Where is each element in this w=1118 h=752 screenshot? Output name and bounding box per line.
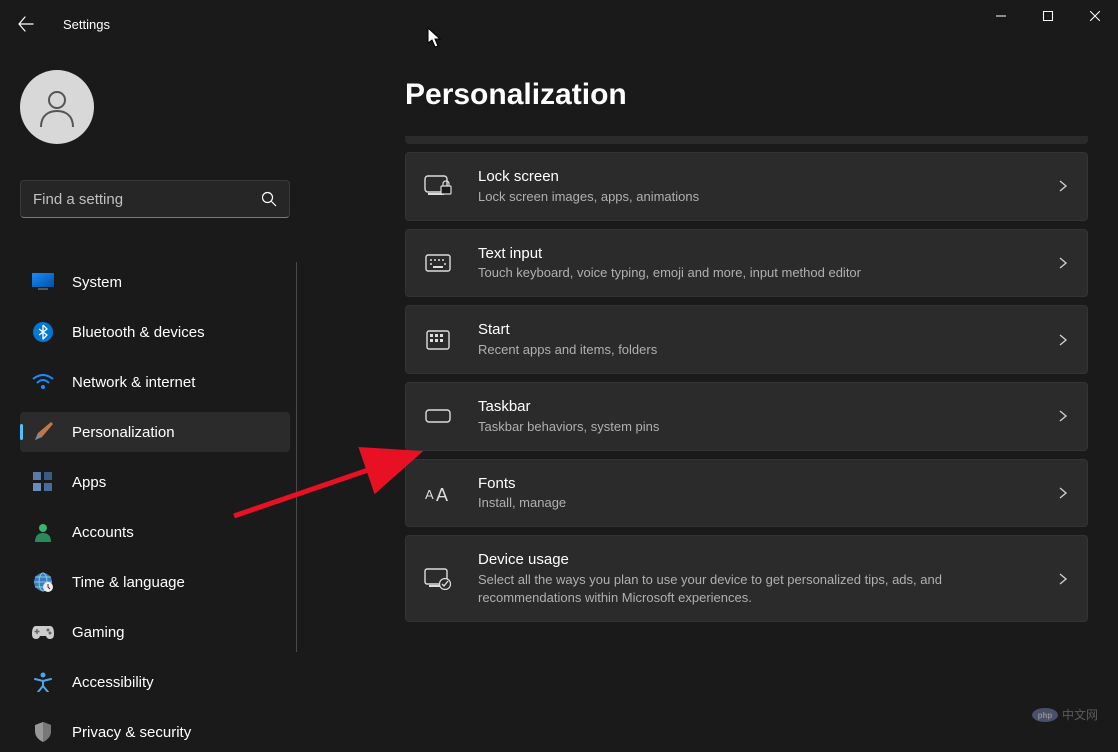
- nav-accounts[interactable]: Accounts: [20, 512, 290, 552]
- apps-icon: [32, 471, 54, 493]
- maximize-icon: [1043, 11, 1053, 21]
- app-title: Settings: [63, 17, 110, 32]
- back-arrow-icon: [18, 16, 34, 32]
- globe-icon: [32, 571, 54, 593]
- maximize-button[interactable]: [1024, 0, 1071, 32]
- nav-label: Personalization: [72, 424, 175, 441]
- svg-text:A: A: [436, 485, 448, 503]
- chevron-right-icon: [1057, 257, 1069, 269]
- bluetooth-icon: [32, 321, 54, 343]
- nav-bluetooth[interactable]: Bluetooth & devices: [20, 312, 290, 352]
- nav-network[interactable]: Network & internet: [20, 362, 290, 402]
- setting-fonts[interactable]: AA Fonts Install, manage: [405, 459, 1088, 528]
- main-content: Personalization Lock screen Lock screen …: [310, 48, 1118, 745]
- svg-text:A: A: [425, 487, 434, 502]
- monitor-icon: [32, 271, 54, 293]
- setting-desc: Recent apps and items, folders: [478, 341, 657, 359]
- chevron-right-icon: [1057, 180, 1069, 192]
- device-usage-icon: [424, 565, 452, 593]
- nav-time-language[interactable]: Time & language: [20, 562, 290, 602]
- sidebar: System Bluetooth & devices Network & int…: [0, 48, 310, 745]
- chevron-right-icon: [1057, 410, 1069, 422]
- php-logo-icon: php: [1032, 708, 1058, 722]
- nav-personalization[interactable]: Personalization: [20, 412, 290, 452]
- start-icon: [424, 326, 452, 354]
- setting-desc: Taskbar behaviors, system pins: [478, 418, 659, 436]
- nav-label: Network & internet: [72, 374, 195, 391]
- person-icon: [32, 521, 54, 543]
- nav-scrollbar[interactable]: [296, 262, 297, 652]
- chevron-right-icon: [1057, 573, 1069, 585]
- setting-lock-screen[interactable]: Lock screen Lock screen images, apps, an…: [405, 152, 1088, 221]
- setting-desc: Lock screen images, apps, animations: [478, 188, 699, 206]
- nav-label: Apps: [72, 474, 106, 491]
- minimize-icon: [996, 11, 1006, 21]
- search-box[interactable]: [20, 180, 290, 218]
- search-input[interactable]: [33, 191, 261, 208]
- keyboard-icon: [424, 249, 452, 277]
- nav-label: Accessibility: [72, 674, 154, 691]
- setting-title: Text input: [478, 244, 861, 264]
- minimize-button[interactable]: [977, 0, 1024, 32]
- setting-title: Taskbar: [478, 397, 659, 417]
- nav-list: System Bluetooth & devices Network & int…: [20, 262, 310, 752]
- search-icon: [261, 191, 277, 207]
- user-avatar[interactable]: [20, 70, 94, 144]
- nav-label: Accounts: [72, 524, 134, 541]
- setting-start[interactable]: Start Recent apps and items, folders: [405, 305, 1088, 374]
- watermark-text: 中文网: [1062, 706, 1098, 723]
- nav-label: Time & language: [72, 574, 185, 591]
- nav-label: System: [72, 274, 122, 291]
- person-icon: [35, 85, 79, 129]
- close-button[interactable]: [1071, 0, 1118, 32]
- setting-device-usage[interactable]: Device usage Select all the ways you pla…: [405, 535, 1088, 622]
- chevron-right-icon: [1057, 334, 1069, 346]
- window-controls: [977, 0, 1118, 32]
- nav-apps[interactable]: Apps: [20, 462, 290, 502]
- setting-title: Device usage: [478, 550, 1033, 570]
- setting-desc: Touch keyboard, voice typing, emoji and …: [478, 264, 861, 282]
- nav-label: Gaming: [72, 624, 125, 641]
- nav-label: Privacy & security: [72, 724, 191, 741]
- setting-title: Fonts: [478, 474, 566, 494]
- setting-text-input[interactable]: Text input Touch keyboard, voice typing,…: [405, 229, 1088, 298]
- nav-label: Bluetooth & devices: [72, 324, 205, 341]
- setting-title: Start: [478, 320, 657, 340]
- accessibility-icon: [32, 671, 54, 693]
- watermark: php 中文网: [1032, 706, 1098, 723]
- setting-desc: Install, manage: [478, 494, 566, 512]
- previous-item-edge: [405, 136, 1088, 144]
- mouse-cursor: [427, 27, 443, 49]
- setting-desc: Select all the ways you plan to use your…: [478, 571, 1033, 607]
- setting-title: Lock screen: [478, 167, 699, 187]
- taskbar-icon: [424, 402, 452, 430]
- brush-icon: [32, 421, 54, 443]
- close-icon: [1090, 11, 1100, 21]
- wifi-icon: [32, 371, 54, 393]
- chevron-right-icon: [1057, 487, 1069, 499]
- nav-privacy[interactable]: Privacy & security: [20, 712, 290, 752]
- titlebar: Settings: [0, 0, 1118, 48]
- gamepad-icon: [32, 621, 54, 643]
- shield-icon: [32, 721, 54, 743]
- page-title: Personalization: [405, 78, 1088, 112]
- back-button[interactable]: [18, 6, 58, 42]
- lock-screen-icon: [424, 172, 452, 200]
- fonts-icon: AA: [424, 479, 452, 507]
- nav-gaming[interactable]: Gaming: [20, 612, 290, 652]
- nav-accessibility[interactable]: Accessibility: [20, 662, 290, 702]
- svg-text:php: php: [1038, 711, 1053, 720]
- setting-taskbar[interactable]: Taskbar Taskbar behaviors, system pins: [405, 382, 1088, 451]
- nav-system[interactable]: System: [20, 262, 290, 302]
